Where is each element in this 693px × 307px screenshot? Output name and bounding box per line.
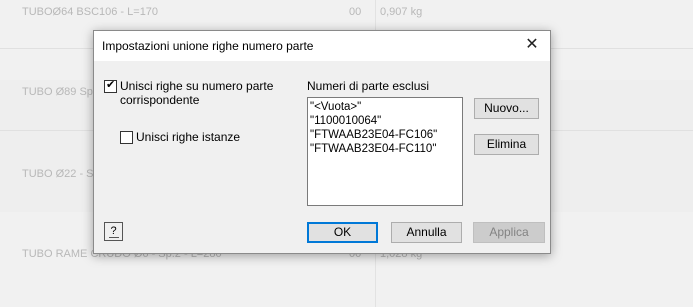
row-qty: 00	[349, 6, 362, 18]
cancel-button[interactable]: Annulla	[391, 222, 462, 243]
close-icon[interactable]: ✕	[522, 35, 542, 55]
merge-rows-label-continued[interactable]: corrispondente	[120, 93, 199, 107]
dialog-title: Impostazioni unione righe numero parte	[102, 39, 314, 53]
merge-instances-label[interactable]: Unisci righe istanze	[136, 130, 240, 144]
list-item[interactable]: "FTWAAB23E04-FC110"	[310, 142, 460, 156]
dialog-titlebar[interactable]: Impostazioni unione righe numero parte ✕	[94, 31, 550, 61]
help-icon[interactable]: ?	[104, 222, 123, 241]
apply-button[interactable]: Applica	[473, 222, 545, 243]
list-item[interactable]: "FTWAAB23E04-FC106"	[310, 128, 460, 142]
excluded-part-numbers-list[interactable]: "<Vuota>" "1100010064" "FTWAAB23E04-FC10…	[307, 97, 463, 206]
delete-button[interactable]: Elimina	[474, 134, 539, 155]
row-description: TUBOØ64 BSC106 - L=170	[22, 6, 159, 18]
excluded-list-label: Numeri di parte esclusi	[307, 79, 430, 93]
row-description: TUBO Ø22 - Sp	[22, 168, 100, 180]
merge-rows-label[interactable]: Unisci righe su numero parte	[120, 79, 273, 93]
row-description: TUBO Ø89 Sp.	[22, 86, 96, 98]
checkmark-icon: ✔	[106, 79, 116, 91]
list-item[interactable]: "1100010064"	[310, 114, 460, 128]
merge-rows-checkbox[interactable]: ✔	[104, 79, 117, 93]
row-weight: 0,907 kg	[380, 6, 423, 18]
list-item[interactable]: "<Vuota>"	[310, 100, 460, 114]
merge-instances-checkbox[interactable]	[120, 131, 133, 144]
new-button[interactable]: Nuovo...	[474, 98, 539, 119]
ok-button[interactable]: OK	[307, 222, 378, 243]
merge-rows-settings-dialog: Impostazioni unione righe numero parte ✕…	[93, 30, 551, 254]
